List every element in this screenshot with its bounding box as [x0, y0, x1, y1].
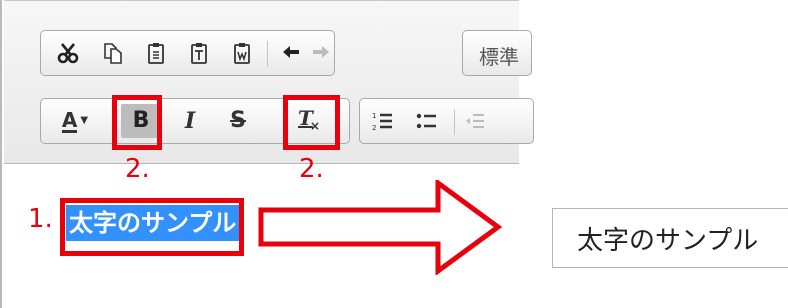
- copy-icon[interactable]: [96, 36, 130, 70]
- strikethrough-button[interactable]: S: [221, 104, 255, 138]
- result-preview-text: 太字のサンプル: [577, 226, 759, 256]
- italic-button[interactable]: I: [173, 104, 207, 138]
- chevron-down-icon: ▼: [80, 115, 89, 126]
- paste-text-icon[interactable]: [182, 36, 216, 70]
- svg-text:2: 2: [372, 124, 376, 132]
- strikethrough-icon: S: [230, 108, 246, 133]
- result-arrow-icon: [258, 180, 503, 275]
- cut-icon[interactable]: [51, 36, 85, 70]
- step-1-label: 1.: [28, 204, 53, 234]
- toolbar-separator: [267, 41, 268, 67]
- redo-icon[interactable]: [303, 36, 337, 70]
- list-toolbar-group: 12: [359, 98, 534, 144]
- paste-icon[interactable]: [139, 36, 173, 70]
- selected-text[interactable]: 太字のサンプル: [66, 205, 240, 241]
- font-color-icon: A: [61, 107, 78, 133]
- remove-format-button-highlight: [283, 95, 340, 150]
- outdent-icon[interactable]: [458, 104, 492, 138]
- toolbar-separator: [454, 109, 455, 135]
- font-color-button[interactable]: A ▼: [51, 104, 99, 138]
- numbered-list-icon[interactable]: 12: [366, 104, 400, 138]
- format-dropdown-label: 標準: [479, 45, 519, 69]
- italic-icon: I: [184, 108, 196, 134]
- bold-button-highlight: [112, 95, 162, 150]
- clipboard-toolbar-group: [40, 30, 335, 76]
- format-dropdown[interactable]: 標準: [462, 30, 532, 76]
- paste-word-icon[interactable]: [225, 36, 259, 70]
- svg-text:1: 1: [372, 112, 376, 120]
- bulleted-list-icon[interactable]: [410, 104, 444, 138]
- step-2-bold-label: 2.: [125, 154, 150, 184]
- editor-toolbar: 標準 A ▼ B I S T × 1 2: [4, 0, 534, 164]
